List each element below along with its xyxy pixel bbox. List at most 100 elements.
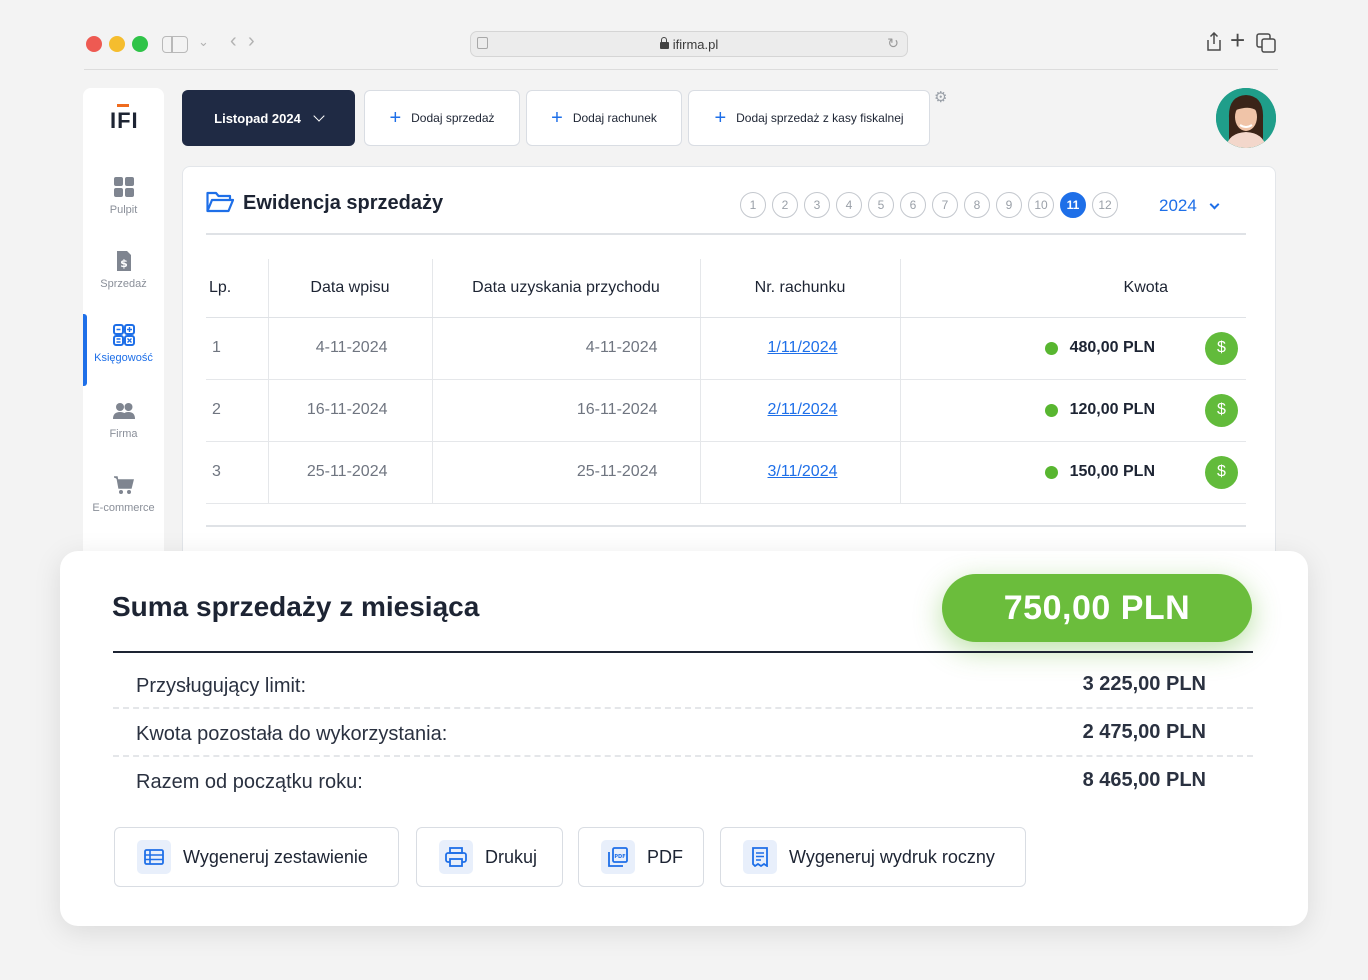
new-tab-icon[interactable]: + <box>1230 25 1245 56</box>
payment-button[interactable]: $ <box>1205 331 1238 365</box>
page-6-button[interactable]: 6 <box>900 192 926 218</box>
cell-lp: 2 <box>206 379 268 442</box>
summary-row-remaining: Kwota pozostała do wykorzystania: 2 475,… <box>113 709 1253 757</box>
page-10-button[interactable]: 10 <box>1028 192 1054 218</box>
receipt-icon <box>743 840 777 874</box>
column-header-nr-rachunku[interactable]: Nr. rachunku <box>699 259 900 318</box>
share-icon[interactable] <box>1206 32 1222 52</box>
monthly-summary-panel: Suma sprzedaży z miesiąca 750,00 PLN Prz… <box>60 551 1308 926</box>
cell-data-wpisu: 16-11-2024 <box>267 379 432 442</box>
page-11-button[interactable]: 11 <box>1060 192 1086 218</box>
month-pagination: 1 2 3 4 5 6 7 8 9 10 11 12 <box>740 192 1118 218</box>
sidebar-item-firma[interactable]: Firma <box>83 400 164 460</box>
cell-nr-rachunku: 3/11/2024 <box>699 441 900 504</box>
add-bill-button[interactable]: + Dodaj rachunek <box>526 90 682 146</box>
gear-icon[interactable]: ⚙ <box>934 88 947 106</box>
cell-data-wpisu: 25-11-2024 <box>267 441 432 504</box>
minimize-window-button[interactable] <box>109 36 125 52</box>
payment-button[interactable]: $ <box>1205 455 1238 489</box>
list-icon <box>137 840 171 874</box>
address-bar[interactable]: ifirma.pl ↻ <box>470 31 908 57</box>
sidebar-item-label: Księgowość <box>94 352 153 364</box>
page-4-button[interactable]: 4 <box>836 192 862 218</box>
column-header-data-przychodu[interactable]: Data uzyskania przychodu <box>431 259 700 318</box>
svg-text:PDF: PDF <box>614 854 625 860</box>
print-label: Drukuj <box>485 846 538 867</box>
cell-data-przychodu: 16-11-2024 <box>431 379 700 442</box>
plus-icon: + <box>551 107 563 129</box>
page-5-button[interactable]: 5 <box>868 192 894 218</box>
cell-data-wpisu: 4-11-2024 <box>267 317 432 380</box>
folder-open-icon <box>206 191 234 213</box>
add-sale-button[interactable]: + Dodaj sprzedaż <box>364 90 520 146</box>
app-sidebar: IFI Pulpit $ Sprzedaż Księgowość Firma E… <box>83 88 164 558</box>
generate-yearly-printout-button[interactable]: Wygeneruj wydruk roczny <box>720 827 1026 887</box>
tab-overview-icon[interactable] <box>1256 33 1276 53</box>
cell-lp: 1 <box>206 317 268 380</box>
summary-row-label: Kwota pozostała do wykorzystania: <box>136 723 448 745</box>
sidebar-item-label: Sprzedaż <box>100 278 147 290</box>
chevron-down-icon <box>1209 199 1220 209</box>
cell-data-przychodu: 25-11-2024 <box>431 441 700 504</box>
payment-button[interactable]: $ <box>1205 393 1238 427</box>
sidebar-toggle-icon[interactable] <box>162 36 188 53</box>
cart-icon <box>113 476 134 494</box>
accounting-icon <box>112 324 135 346</box>
status-dot <box>1044 341 1058 355</box>
table-row: 3 25-11-2024 25-11-2024 3/11/2024 150,00 PLN… <box>206 441 1246 504</box>
chevron-down-icon[interactable]: ⌄ <box>198 34 209 50</box>
sidebar-item-sprzedaz[interactable]: $ Sprzedaż <box>83 250 164 310</box>
pdf-icon: PDF <box>601 840 635 874</box>
plus-icon: + <box>389 107 402 129</box>
avatar[interactable] <box>1216 88 1276 148</box>
divider <box>206 525 1246 527</box>
maximize-window-button[interactable] <box>132 36 148 52</box>
summary-row-value: 3 225,00 PLN <box>1082 673 1206 695</box>
cell-kwota: 480,00 PLN $ <box>899 317 1246 380</box>
pdf-label: PDF <box>647 846 683 867</box>
column-header-kwota[interactable]: Kwota <box>899 259 1246 318</box>
back-icon[interactable]: ‹ <box>230 30 237 53</box>
year-selector[interactable]: 2024 <box>1159 196 1220 216</box>
lock-icon <box>659 37 669 49</box>
ledger-table: Lp. Data wpisu Data uzyskania przychodu … <box>206 259 1246 504</box>
page-9-button[interactable]: 9 <box>996 192 1022 218</box>
page-3-button[interactable]: 3 <box>804 192 830 218</box>
add-sale-label: Dodaj sprzedaż <box>411 111 495 125</box>
sidebar-item-ksiegowosc[interactable]: Księgowość <box>83 324 164 384</box>
generate-report-button[interactable]: Wygeneruj zestawienie <box>114 827 399 887</box>
column-header-lp[interactable]: Lp. <box>206 259 268 318</box>
cell-kwota: 120,00 PLN $ <box>899 379 1246 442</box>
generate-report-label: Wygeneruj zestawienie <box>183 846 368 867</box>
month-label: Listopad 2024 <box>214 110 301 126</box>
invoice-link[interactable]: 3/11/2024 <box>768 463 838 480</box>
page-2-button[interactable]: 2 <box>772 192 798 218</box>
amount-value: 120,00 PLN <box>1069 401 1155 418</box>
invoice-link[interactable]: 2/11/2024 <box>768 401 838 418</box>
page-7-button[interactable]: 7 <box>932 192 958 218</box>
close-window-button[interactable] <box>86 36 102 52</box>
page-8-button[interactable]: 8 <box>964 192 990 218</box>
reload-icon[interactable]: ↻ <box>887 35 899 52</box>
print-button[interactable]: Drukuj <box>416 827 563 887</box>
month-selector[interactable]: Listopad 2024 <box>182 90 355 146</box>
cell-kwota: 150,00 PLN $ <box>899 441 1246 504</box>
generate-yearly-printout-label: Wygeneruj wydruk roczny <box>789 846 995 867</box>
app-logo[interactable]: IFI <box>110 108 139 134</box>
invoice-icon: $ <box>116 251 131 271</box>
page-1-button[interactable]: 1 <box>740 192 766 218</box>
amount-value: 150,00 PLN <box>1069 463 1155 480</box>
year-label: 2024 <box>1159 196 1197 215</box>
column-header-data-wpisu[interactable]: Data wpisu <box>267 259 432 318</box>
forward-icon[interactable]: › <box>248 30 255 53</box>
pdf-button[interactable]: PDF PDF <box>578 827 704 887</box>
invoice-link[interactable]: 1/11/2024 <box>768 339 838 356</box>
sidebar-item-pulpit[interactable]: Pulpit <box>83 176 164 236</box>
add-fiscal-sale-button[interactable]: + Dodaj sprzedaż z kasy fiskalnej <box>688 90 930 146</box>
sidebar-item-ecommerce[interactable]: E-commerce <box>83 474 164 534</box>
page-12-button[interactable]: 12 <box>1092 192 1118 218</box>
sidebar-item-label: Firma <box>109 428 138 440</box>
window-controls <box>86 36 148 52</box>
sidebar-item-label: E-commerce <box>92 502 155 514</box>
cell-nr-rachunku: 2/11/2024 <box>699 379 900 442</box>
